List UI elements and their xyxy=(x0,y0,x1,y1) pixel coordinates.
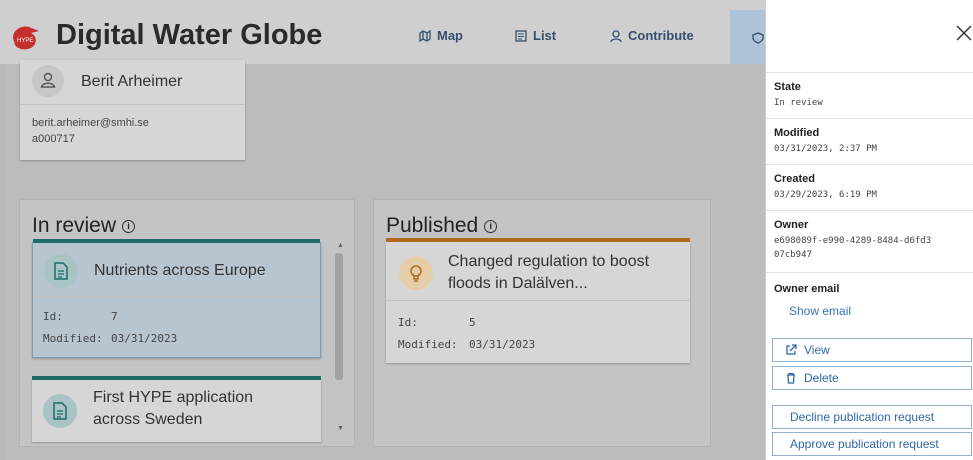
id-value: 5 xyxy=(469,316,476,329)
map-icon xyxy=(419,29,431,42)
approve-request-button[interactable]: Approve publication request xyxy=(772,432,972,456)
divider xyxy=(33,296,320,297)
nav-map[interactable]: Map xyxy=(418,28,463,43)
scroll-up-arrow[interactable]: ▲ xyxy=(337,242,344,249)
review-card-nutrients[interactable]: Nutrients across Europe Id: 7 Modified: … xyxy=(32,239,321,358)
top-bar: HYPE Digital Water Globe Map List Contri… xyxy=(0,0,765,64)
owner-value: e698089f-e990-4289-8484-d6fd307cb947 xyxy=(774,236,932,260)
state-section: State In review xyxy=(766,72,973,120)
trash-icon xyxy=(787,372,795,384)
published-title: Published i xyxy=(386,214,498,238)
scroll-down-arrow[interactable]: ▼ xyxy=(337,425,344,432)
modified-value: 03/31/2023 xyxy=(111,332,178,345)
state-value: In review xyxy=(774,98,823,108)
close-icon[interactable] xyxy=(955,24,973,42)
modified-label: Modified: xyxy=(398,338,458,351)
modified-label: Modified: xyxy=(43,332,103,345)
app-title: Digital Water Globe xyxy=(56,19,323,51)
card-title: Nutrients across Europe xyxy=(94,262,266,279)
user-name: Berit Arheimer xyxy=(81,73,183,90)
show-email-link[interactable]: Show email xyxy=(789,304,851,318)
details-drawer: State In review Modified 03/31/2023, 2:3… xyxy=(765,0,973,460)
card-title: First HYPE application across Sweden xyxy=(93,389,254,428)
user-card: Berit Arheimer berit.arheimer@smhi.se a0… xyxy=(20,60,245,160)
external-link-icon xyxy=(786,344,797,355)
divider xyxy=(386,300,690,301)
card-title: Changed regulation to boost floods in Da… xyxy=(448,253,650,292)
review-card-hype-sweden[interactable]: First HYPE application across Sweden xyxy=(32,376,321,442)
modified-value: 03/31/2023 xyxy=(469,338,536,351)
published-card-dalalven[interactable]: Changed regulation to boost floods in Da… xyxy=(386,238,690,363)
svg-text:HYPE: HYPE xyxy=(17,38,33,44)
owner-email-section: Owner email xyxy=(766,272,973,334)
created-value: 03/29/2023, 6:19 PM xyxy=(774,190,877,200)
logo-icon: HYPE xyxy=(13,26,39,50)
id-label: Id: xyxy=(398,316,418,329)
scrollbar-thumb[interactable] xyxy=(335,253,343,380)
document-icon xyxy=(44,254,78,288)
card-accent-bar xyxy=(33,239,320,243)
shield-icon xyxy=(752,32,764,44)
info-icon[interactable]: i xyxy=(484,219,498,233)
view-button[interactable]: View xyxy=(772,338,972,362)
created-section: Created 03/29/2023, 6:19 PM xyxy=(766,164,973,210)
delete-button[interactable]: Delete xyxy=(772,366,972,390)
modified-section: Modified 03/31/2023, 2:37 PM xyxy=(766,118,973,164)
nav-active-tab[interactable] xyxy=(730,10,765,64)
id-label: Id: xyxy=(43,310,63,323)
info-icon[interactable]: i xyxy=(122,219,136,233)
nav-list[interactable]: List xyxy=(514,28,556,43)
owner-section: Owner e698089f-e990-4289-8484-d6fd307cb9… xyxy=(766,210,973,272)
avatar xyxy=(32,65,64,97)
card-accent-bar xyxy=(32,376,321,380)
user-id: a000717 xyxy=(32,133,75,145)
list-icon xyxy=(515,29,527,42)
lightbulb-icon xyxy=(399,256,433,290)
in-review-title: In review i xyxy=(32,214,136,238)
person-icon xyxy=(40,72,56,88)
card-accent-bar xyxy=(386,238,690,242)
decline-request-button[interactable]: Decline publication request xyxy=(772,405,972,429)
modified-value: 03/31/2023, 2:37 PM xyxy=(774,144,877,154)
id-value: 7 xyxy=(111,310,118,323)
person-icon xyxy=(610,29,622,42)
document-icon xyxy=(43,394,77,428)
user-email: berit.arheimer@smhi.se xyxy=(32,117,149,129)
nav-contribute[interactable]: Contribute xyxy=(609,28,694,43)
